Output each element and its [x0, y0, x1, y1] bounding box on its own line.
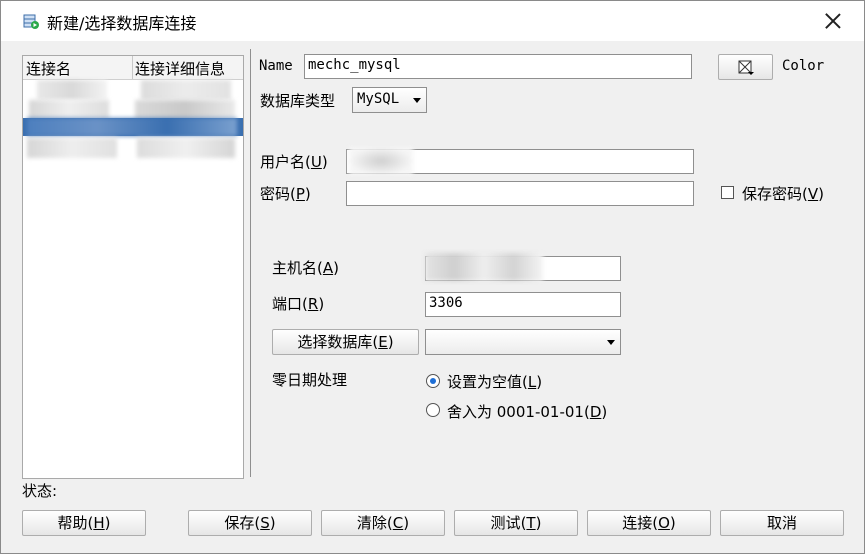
color-picker-icon: [738, 60, 754, 75]
choose-database-button[interactable]: 选择数据库(E): [272, 329, 419, 355]
connection-list[interactable]: 连接名 连接详细信息: [22, 55, 244, 479]
db-type-value: MySQL: [357, 91, 400, 107]
save-password-checkbox[interactable]: [721, 186, 734, 199]
list-item-selected[interactable]: [23, 118, 243, 136]
port-label: 端口(R): [272, 295, 325, 313]
close-icon[interactable]: [821, 9, 845, 33]
name-input[interactable]: mechc_mysql: [304, 54, 692, 79]
zero-date-null-radio[interactable]: [426, 374, 440, 388]
clear-button[interactable]: 清除(C): [321, 510, 445, 536]
database-select[interactable]: [425, 329, 621, 355]
database-connection-icon: [23, 14, 39, 29]
username-label: 用户名(U): [260, 153, 328, 171]
zero-date-round-radio[interactable]: [426, 403, 440, 417]
name-label: Name: [259, 58, 293, 74]
chevron-down-icon: [413, 98, 421, 103]
host-redacted: [425, 253, 543, 281]
column-header-name[interactable]: 连接名: [26, 58, 71, 79]
connect-button[interactable]: 连接(O): [587, 510, 711, 536]
help-button[interactable]: 帮助(H): [22, 510, 146, 536]
title-bar: 新建/选择数据库连接: [1, 1, 864, 41]
dialog-window: 新建/选择数据库连接 连接名 连接详细信息 Name mechc_mysql C…: [0, 0, 865, 554]
color-label: Color: [782, 58, 825, 74]
test-button[interactable]: 测试(T): [454, 510, 578, 536]
status-label: 状态:: [22, 482, 58, 500]
save-button[interactable]: 保存(S): [188, 510, 312, 536]
connection-list-header: 连接名 连接详细信息: [23, 56, 243, 80]
column-header-detail[interactable]: 连接详细信息: [135, 58, 225, 79]
zero-date-round-label: 舍入为 0001-01-01(D): [447, 403, 608, 421]
cancel-button[interactable]: 取消: [720, 510, 844, 536]
password-label: 密码(P): [260, 185, 311, 203]
window-title: 新建/选择数据库连接: [47, 14, 197, 33]
port-input[interactable]: 3306: [425, 292, 621, 317]
chevron-down-icon: [607, 340, 615, 345]
color-button[interactable]: [718, 54, 773, 80]
panel-splitter[interactable]: [250, 49, 251, 477]
db-type-label: 数据库类型: [260, 92, 336, 110]
save-password-label: 保存密码(V): [742, 185, 824, 203]
username-redacted: [349, 147, 413, 175]
list-item[interactable]: [23, 138, 243, 158]
db-type-select[interactable]: MySQL: [352, 87, 427, 113]
list-item[interactable]: [23, 80, 243, 100]
host-label: 主机名(A): [272, 259, 339, 277]
password-input[interactable]: [346, 181, 694, 206]
list-item[interactable]: [23, 100, 243, 120]
zero-date-null-label: 设置为空值(L): [447, 373, 543, 391]
zero-date-label: 零日期处理: [272, 371, 348, 389]
